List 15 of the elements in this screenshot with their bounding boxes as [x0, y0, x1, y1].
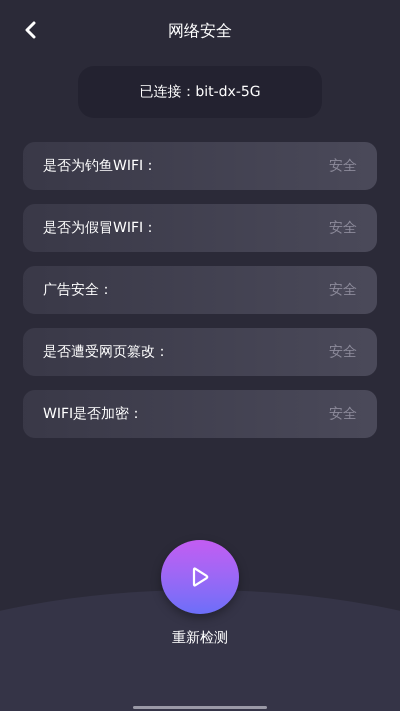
check-label: 是否为假冒WIFI： — [43, 218, 158, 238]
back-icon — [23, 21, 37, 39]
check-label: 是否遭受网页篡改： — [43, 342, 169, 362]
check-result: 安全 — [329, 342, 357, 362]
recheck-label: 重新检测 — [172, 629, 228, 648]
check-result: 安全 — [329, 280, 357, 300]
check-label: 是否为钓鱼WIFI： — [43, 156, 158, 176]
page-title: 网络安全 — [168, 20, 232, 42]
check-result: 安全 — [329, 218, 357, 238]
check-result: 安全 — [329, 404, 357, 424]
play-icon — [190, 566, 210, 588]
connection-status: 已连接：bit-dx-5G — [78, 66, 322, 118]
check-result: 安全 — [329, 156, 357, 176]
check-label: 广告安全： — [43, 280, 113, 300]
check-label: WIFI是否加密： — [43, 404, 144, 424]
